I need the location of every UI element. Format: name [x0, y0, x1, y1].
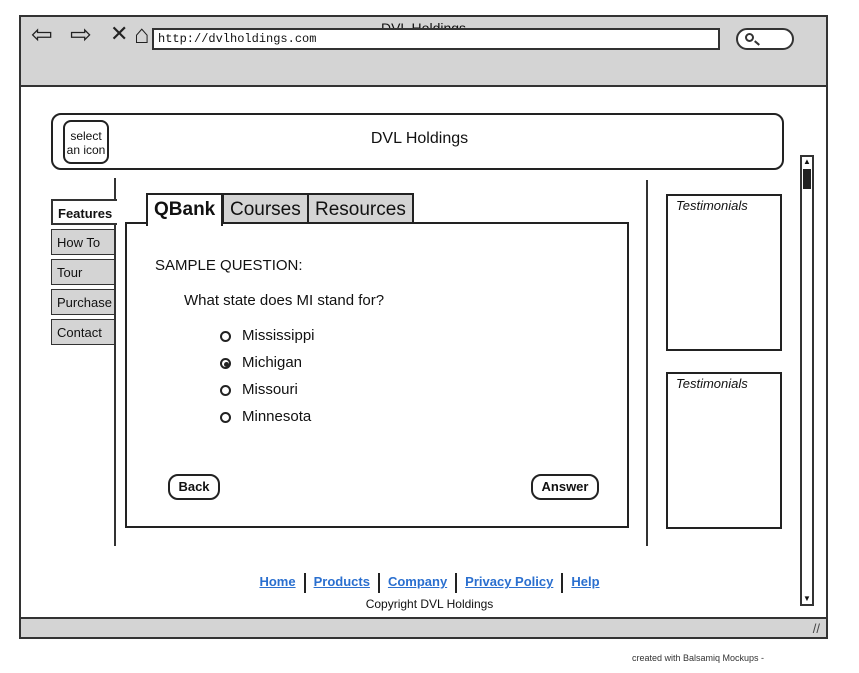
footer-link-products[interactable]: Products	[306, 574, 378, 589]
testimonials-box: Testimonials	[666, 194, 782, 351]
sidebar-item-features[interactable]: Features	[51, 199, 117, 225]
back-arrow-icon[interactable]: ⇦	[31, 21, 53, 47]
footer-link-help[interactable]: Help	[563, 574, 607, 589]
radio-button-selected[interactable]	[220, 358, 231, 369]
site-header: select an icon DVL Holdings	[51, 113, 784, 170]
radio-button[interactable]	[220, 385, 231, 396]
resize-grip-icon[interactable]: //	[813, 621, 820, 636]
credit-text: created with Balsamiq Mockups -	[632, 653, 765, 663]
home-icon[interactable]: ⌂	[134, 21, 150, 47]
scroll-thumb[interactable]	[803, 169, 811, 189]
site-title: DVL Holdings	[370, 130, 469, 147]
search-icon	[745, 33, 754, 42]
tab-courses[interactable]: Courses	[222, 193, 309, 224]
sidebar-item-purchase[interactable]: Purchase	[51, 289, 115, 315]
scroll-up-icon[interactable]: ▲	[802, 157, 812, 167]
answer-button[interactable]: Answer	[531, 474, 599, 500]
radio-button[interactable]	[220, 331, 231, 342]
status-bar: //	[21, 617, 826, 637]
close-icon[interactable]: ✕	[110, 21, 128, 47]
browser-search-field[interactable]	[736, 28, 794, 50]
sidebar-item-how-to[interactable]: How To	[51, 229, 115, 255]
address-bar[interactable]: http://dvlholdings.com	[152, 28, 720, 50]
sidebar-item-tour[interactable]: Tour	[51, 259, 115, 285]
vertical-scrollbar[interactable]: ▲ ▼	[800, 155, 814, 606]
testimonials-box: Testimonials	[666, 372, 782, 529]
question-text: What state does MI stand for?	[184, 292, 385, 309]
radio-button[interactable]	[220, 412, 231, 423]
copyright-text: Copyright DVL Holdings	[365, 597, 494, 611]
back-button[interactable]: Back	[168, 474, 220, 500]
forward-arrow-icon[interactable]: ⇨	[70, 21, 92, 47]
question-heading: SAMPLE QUESTION:	[155, 257, 303, 274]
sidebar-item-contact[interactable]: Contact	[51, 319, 115, 345]
footer-link-company[interactable]: Company	[380, 574, 455, 589]
tab-qbank[interactable]: QBank	[146, 193, 224, 226]
footer-links: Home Products Company Privacy Policy Help	[0, 573, 859, 593]
right-column-divider	[646, 180, 648, 546]
footer-link-home[interactable]: Home	[251, 574, 303, 589]
tab-resources[interactable]: Resources	[307, 193, 414, 224]
footer-link-privacy-policy[interactable]: Privacy Policy	[457, 574, 561, 589]
